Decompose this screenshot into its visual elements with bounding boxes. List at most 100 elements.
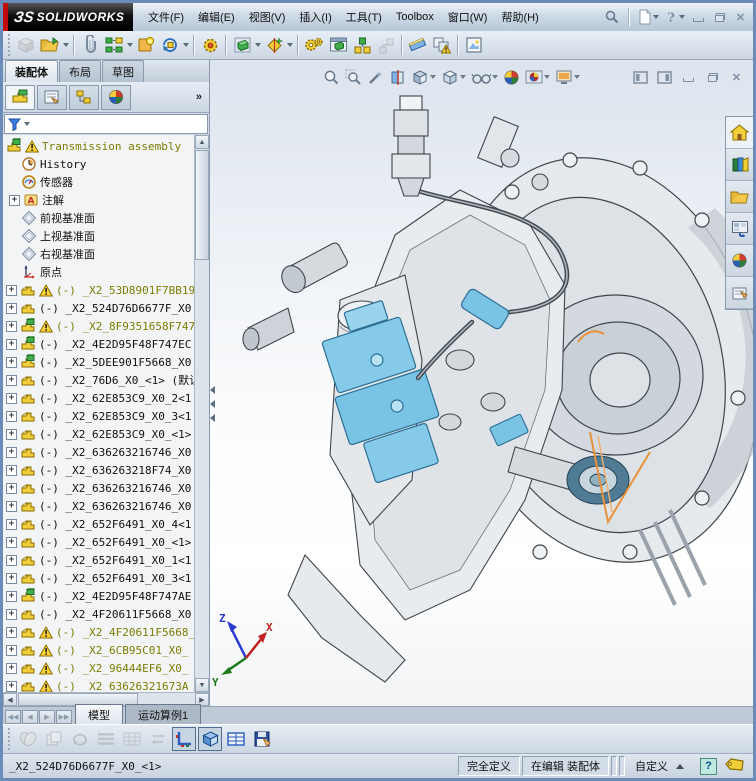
transmission-model[interactable]: Z X Y — [210, 60, 753, 706]
bearing-ring[interactable] — [566, 455, 630, 505]
expand-icon[interactable]: + — [6, 644, 17, 656]
smart-fasteners-button[interactable] — [262, 33, 286, 57]
tab-model[interactable]: 模型 — [75, 704, 123, 724]
chart-axes-button[interactable] — [172, 727, 196, 751]
tree-component[interactable]: + (-) _X2_636263216746_X0 — [3, 497, 194, 515]
expand-icon[interactable]: + — [6, 410, 17, 422]
tab-scroll-last-button[interactable]: ▶▶ — [56, 710, 72, 724]
tree-folder[interactable]: History — [3, 155, 194, 173]
expand-icon[interactable]: + — [6, 320, 17, 332]
new-document-button[interactable] — [637, 7, 660, 27]
search-icon[interactable] — [603, 7, 621, 27]
scrollbar-thumb[interactable] — [195, 150, 209, 260]
tree-component[interactable]: + (-) _X2_4F20611F5668_X0 — [3, 605, 194, 623]
tree-folder[interactable]: + A 注解 — [3, 191, 194, 209]
interference-detection-button[interactable] — [430, 33, 454, 57]
tree-component[interactable]: + (-) _X2_62E853C9_X0_<1> — [3, 425, 194, 443]
expand-icon[interactable]: + — [6, 536, 17, 548]
exploded-view-button[interactable] — [350, 33, 374, 57]
tab-propertymanager[interactable] — [37, 84, 67, 110]
tree-component[interactable]: + (-) _X2_636263216746_X0 — [3, 479, 194, 497]
open-button[interactable] — [38, 33, 62, 57]
tree-folder[interactable]: 传感器 — [3, 173, 194, 191]
expand-icon[interactable]: + — [6, 392, 17, 404]
menu-edit[interactable]: 编辑(E) — [191, 6, 242, 28]
tree-folder[interactable]: 右视基准面 — [3, 245, 194, 263]
expand-icon[interactable]: + — [6, 626, 17, 638]
move-component-button[interactable] — [198, 33, 222, 57]
save-animation-button[interactable] — [250, 727, 274, 751]
display-style-button[interactable] — [440, 67, 467, 87]
expand-icon[interactable]: + — [6, 518, 17, 530]
tab-layout[interactable]: 布局 — [59, 60, 101, 82]
design-library-button[interactable] — [726, 149, 753, 181]
gears-button[interactable] — [302, 33, 326, 57]
file-explorer-button[interactable] — [726, 181, 753, 213]
pane-toggle-left-icon[interactable] — [632, 67, 649, 87]
swap-arrows-button[interactable] — [146, 727, 170, 751]
expand-icon[interactable]: + — [6, 608, 17, 620]
tree-component[interactable]: + (-) _X2_6CB95C01_X0_ — [3, 641, 194, 659]
tree-component[interactable]: + (-) _X2_636263216746_X0 — [3, 443, 194, 461]
units-dropdown[interactable]: 自定义 — [627, 757, 692, 775]
chevron-down-icon[interactable] — [183, 43, 189, 47]
copy-results-button[interactable] — [42, 727, 66, 751]
document-close-button[interactable]: ✕ — [728, 70, 745, 84]
image-button[interactable] — [462, 33, 486, 57]
scroll-left-arrow[interactable]: ◀ — [3, 693, 17, 706]
tree-component[interactable]: + (-) _X2_4F20611F5668_ — [3, 623, 194, 641]
tree-component[interactable]: + (-) _X2_652F6491_X0_1<1 — [3, 551, 194, 569]
tree-component[interactable]: + (-) _X2_652F6491_X0_4<1 — [3, 515, 194, 533]
tree-folder[interactable]: 原点 — [3, 263, 194, 281]
document-minimize-button[interactable] — [680, 70, 697, 84]
tree-vertical-scrollbar[interactable]: ▲ ▼ — [194, 135, 209, 692]
rotate-view-button[interactable] — [68, 727, 92, 751]
zoom-to-fit-button[interactable] — [322, 67, 341, 87]
panel-overflow-chevron[interactable]: » — [196, 91, 207, 103]
apply-scene-button[interactable] — [524, 67, 551, 87]
tree-component[interactable]: + (-) _X2_5DEE901F5668_X0 — [3, 353, 194, 371]
tab-sketch[interactable]: 草图 — [102, 60, 144, 82]
tab-scroll-prev-button[interactable]: ◀ — [22, 710, 38, 724]
expand-icon[interactable]: + — [6, 374, 17, 386]
mate-button[interactable] — [102, 33, 126, 57]
menu-help[interactable]: 帮助(H) — [494, 6, 545, 28]
chevron-down-icon[interactable] — [127, 43, 133, 47]
tree-component[interactable]: + (-) _X2_4E2D95F48F747EC — [3, 335, 194, 353]
chevron-down-icon[interactable] — [287, 43, 293, 47]
solidworks-resources-button[interactable] — [726, 117, 753, 149]
tree-folder[interactable]: 上视基准面 — [3, 227, 194, 245]
expand-icon[interactable]: + — [6, 302, 17, 314]
explode-line-sketch-button[interactable] — [374, 33, 398, 57]
expand-icon[interactable]: + — [9, 194, 20, 206]
tab-motion-study-1[interactable]: 运动算例1 — [125, 704, 202, 724]
chevron-down-icon[interactable] — [24, 122, 30, 126]
tree-component[interactable]: + (-) _X2_652F6491_X0_<1> — [3, 533, 194, 551]
help-button[interactable]: ? — [664, 7, 686, 27]
tag-icon[interactable] — [725, 757, 745, 775]
menu-tools[interactable]: 工具(T) — [339, 6, 389, 28]
menu-toolbox[interactable]: Toolbox — [389, 8, 441, 26]
tree-component[interactable]: + (-) _X2_524D76D6677F_X0 — [3, 299, 194, 317]
tree-component[interactable]: + (-) _X2_636263218F74_X0 — [3, 461, 194, 479]
tab-scroll-next-button[interactable]: ▶ — [39, 710, 55, 724]
tree-component[interactable]: + (-) _X2_4E2D95F48F747AE — [3, 587, 194, 605]
quick-tips-button[interactable]: ? — [700, 757, 717, 775]
menu-window[interactable]: 窗口(W) — [441, 6, 495, 28]
restore-button[interactable] — [711, 10, 728, 24]
zoom-to-area-button[interactable] — [344, 67, 363, 87]
list-view-button[interactable] — [94, 727, 118, 751]
toolbar-grip[interactable] — [7, 728, 12, 750]
minimize-button[interactable] — [690, 10, 707, 24]
tree-component[interactable]: + (-) _X2_53D8901F7BB19 — [3, 281, 194, 299]
expand-icon[interactable]: + — [6, 446, 17, 458]
electrical-connector[interactable] — [391, 95, 431, 197]
close-button[interactable]: ✕ — [732, 10, 749, 24]
menu-file[interactable]: 文件(F) — [141, 6, 191, 28]
tab-configurationmanager[interactable] — [69, 84, 99, 110]
tab-featuremanager[interactable] — [5, 84, 35, 110]
expand-icon[interactable]: + — [6, 680, 17, 692]
graphics-area[interactable]: Z X Y ✕ — [210, 60, 753, 706]
expand-icon[interactable]: + — [6, 428, 17, 440]
tree-root[interactable]: Transmission assembly — [3, 137, 194, 155]
